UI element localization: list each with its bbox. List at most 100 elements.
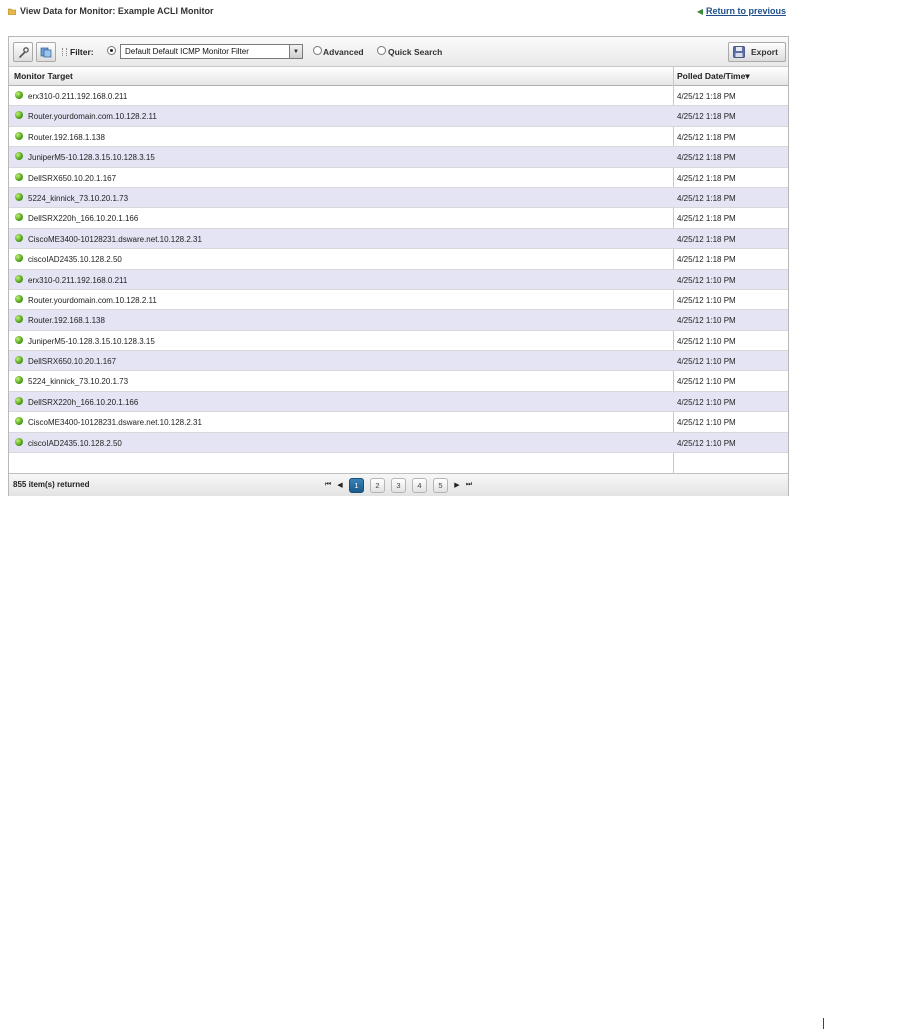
wrench-icon: [18, 46, 29, 58]
status-ok-icon: [15, 233, 23, 242]
table-row[interactable]: 5224_kinnick_73.10.20.1.73 4/25/12 1:10 P…: [9, 371, 788, 392]
table-row[interactable]: erx310-0.211.192.168.0.211 4/25/12 1:18 P…: [9, 86, 788, 107]
back-arrow-icon: ◀: [696, 6, 703, 16]
table-row[interactable]: DellSRX220h_166.10.20.1.166 4/25/12 1:18 …: [9, 208, 788, 229]
status-ok-icon: [15, 213, 23, 222]
next-page-icon[interactable]: ▶: [451, 479, 463, 491]
title-wrap: View Data for Monitor: Example ACLI Moni…: [8, 6, 214, 16]
status-ok-icon: [15, 417, 23, 426]
cell-monitor-target: DellSRX650.10.20.1.167: [28, 173, 117, 183]
column-header-polled-date[interactable]: Polled Date/Time▾: [677, 67, 750, 85]
table-row[interactable]: Router.192.168.1.138 4/25/12 1:10 PM: [9, 310, 788, 331]
status-ok-icon: [15, 274, 23, 283]
first-page-icon[interactable]: ⏮: [322, 479, 334, 491]
cell-monitor-target: Router.192.168.1.138: [28, 132, 105, 142]
cell-monitor-target: erx310-0.211.192.168.0.211: [28, 275, 128, 285]
page-button-5[interactable]: 5: [433, 477, 448, 493]
pagination: ⏮ ◀ 1 2 3 4 5 ▶ ⏭: [322, 477, 475, 493]
cell-monitor-target: 5224_kinnick_73.10.20.1.73: [28, 193, 129, 203]
status-ok-icon: [15, 111, 23, 120]
folder-icon: [8, 8, 16, 15]
table-row[interactable]: JuniperM5-10.128.3.15.10.128.3.15 4/25/12…: [9, 147, 788, 168]
cell-monitor-target: Router.yourdomain.com.10.128.2.11: [28, 112, 157, 122]
toolbar: Filter: Default Default ICMP Monitor Fil…: [9, 37, 788, 67]
status-ok-icon: [15, 356, 23, 365]
quick-search-label[interactable]: Quick Search: [388, 47, 442, 57]
cell-polled-date: 4/25/12 1:10 PM: [677, 377, 736, 387]
prev-page-icon[interactable]: ◀: [334, 479, 346, 491]
status-ok-icon: [15, 131, 23, 140]
export-button[interactable]: Export: [728, 42, 786, 62]
status-ok-icon: [15, 335, 23, 344]
status-ok-icon: [15, 396, 23, 405]
page-button-4[interactable]: 4: [412, 477, 427, 493]
column-header-polled-date-label: Polled Date/Time: [677, 71, 746, 81]
table-body: erx310-0.211.192.168.0.211 4/25/12 1:18 P…: [9, 86, 788, 454]
cell-polled-date: 4/25/12 1:10 PM: [677, 438, 736, 448]
table-row[interactable]: 5224_kinnick_73.10.20.1.73 4/25/12 1:18 P…: [9, 187, 788, 209]
cell-polled-date: 4/25/12 1:10 PM: [677, 336, 736, 346]
cell-monitor-target: 5224_kinnick_73.10.20.1.73: [28, 377, 129, 387]
page-button-2[interactable]: 2: [370, 477, 385, 493]
status-ok-icon: [15, 192, 23, 201]
table-row[interactable]: ciscoIAD2435.10.128.2.50 4/25/12 1:18 PM: [9, 249, 788, 270]
table-row[interactable]: Router.192.168.1.138 4/25/12 1:18 PM: [9, 127, 788, 148]
cell-polled-date: 4/25/12 1:10 PM: [677, 397, 736, 407]
page-edge-marker: [823, 1018, 824, 1029]
cell-polled-date: 4/25/12 1:10 PM: [677, 316, 736, 326]
status-ok-icon: [15, 315, 23, 324]
cell-monitor-target: DellSRX220h_166.10.20.1.166: [28, 214, 139, 224]
quick-search-radio[interactable]: [377, 46, 386, 55]
table-header: Monitor Target Polled Date/Time▾: [9, 67, 788, 86]
filter-select-value: Default Default ICMP Monitor Filter: [125, 47, 249, 56]
table-row[interactable]: DellSRX650.10.20.1.167 4/25/12 1:10 PM: [9, 351, 788, 372]
chevron-down-icon[interactable]: ▼: [289, 45, 302, 58]
cell-polled-date: 4/25/12 1:18 PM: [677, 112, 736, 122]
status-ok-icon: [15, 437, 23, 446]
cell-polled-date: 4/25/12 1:10 PM: [677, 418, 736, 428]
cell-monitor-target: ciscoIAD2435.10.128.2.50: [28, 255, 122, 265]
cell-polled-date: 4/25/12 1:10 PM: [677, 357, 736, 367]
settings-button[interactable]: [13, 42, 33, 62]
cell-polled-date: 4/25/12 1:18 PM: [677, 153, 736, 163]
advanced-label[interactable]: Advanced: [323, 47, 364, 57]
table-row[interactable]: DellSRX220h_166.10.20.1.166 4/25/12 1:10 …: [9, 391, 788, 413]
table-row[interactable]: JuniperM5-10.128.3.15.10.128.3.15 4/25/12…: [9, 331, 788, 352]
cell-monitor-target: DellSRX220h_166.10.20.1.166: [28, 397, 139, 407]
return-link-label[interactable]: Return to previous: [706, 6, 786, 16]
export-label: Export: [751, 47, 778, 57]
table-row[interactable]: Router.yourdomain.com.10.128.2.11 4/25/12…: [9, 106, 788, 127]
refresh-button[interactable]: [36, 42, 56, 62]
column-header-monitor-target[interactable]: Monitor Target: [14, 67, 73, 85]
table-row[interactable]: DellSRX650.10.20.1.167 4/25/12 1:18 PM: [9, 168, 788, 188]
advanced-radio[interactable]: [313, 46, 322, 55]
table-row[interactable]: CiscoME3400-10128231.dsware.net.10.128.2…: [9, 412, 788, 433]
cell-polled-date: 4/25/12 1:18 PM: [677, 193, 736, 203]
filter-radio[interactable]: [107, 46, 116, 55]
last-page-icon[interactable]: ⏭: [463, 479, 475, 491]
page-button-3[interactable]: 3: [391, 477, 406, 493]
cell-polled-date: 4/25/12 1:18 PM: [677, 234, 736, 244]
refresh-icon: [40, 47, 52, 58]
table-row[interactable]: CiscoME3400-10128231.dsware.net.10.128.2…: [9, 228, 788, 250]
table-row[interactable]: erx310-0.211.192.168.0.211 4/25/12 1:10 P…: [9, 269, 788, 290]
monitor-data-panel: Filter: Default Default ICMP Monitor Fil…: [8, 36, 789, 496]
page-button-1[interactable]: 1: [349, 477, 364, 493]
status-ok-icon: [15, 254, 23, 263]
filter-select[interactable]: Default Default ICMP Monitor Filter ▼: [120, 44, 303, 59]
cell-polled-date: 4/25/12 1:18 PM: [677, 214, 736, 224]
status-ok-icon: [15, 376, 23, 385]
cell-monitor-target: CiscoME3400-10128231.dsware.net.10.128.2…: [28, 418, 202, 428]
cell-polled-date: 4/25/12 1:18 PM: [677, 132, 736, 142]
status-ok-icon: [15, 152, 23, 161]
cell-monitor-target: Router.192.168.1.138: [28, 316, 105, 326]
return-to-previous-link[interactable]: ◀ Return to previous: [697, 6, 786, 16]
table-row[interactable]: ciscoIAD2435.10.128.2.50 4/25/12 1:10 PM: [9, 432, 788, 454]
cell-monitor-target: JuniperM5-10.128.3.15.10.128.3.15: [28, 336, 155, 346]
cell-polled-date: 4/25/12 1:18 PM: [677, 92, 736, 101]
cell-monitor-target: DellSRX650.10.20.1.167: [28, 357, 117, 367]
cell-monitor-target: erx310-0.211.192.168.0.211: [28, 92, 128, 101]
cell-monitor-target: JuniperM5-10.128.3.15.10.128.3.15: [28, 153, 155, 163]
table-row[interactable]: Router.yourdomain.com.10.128.2.11 4/25/12…: [9, 290, 788, 311]
cell-polled-date: 4/25/12 1:10 PM: [677, 295, 736, 305]
